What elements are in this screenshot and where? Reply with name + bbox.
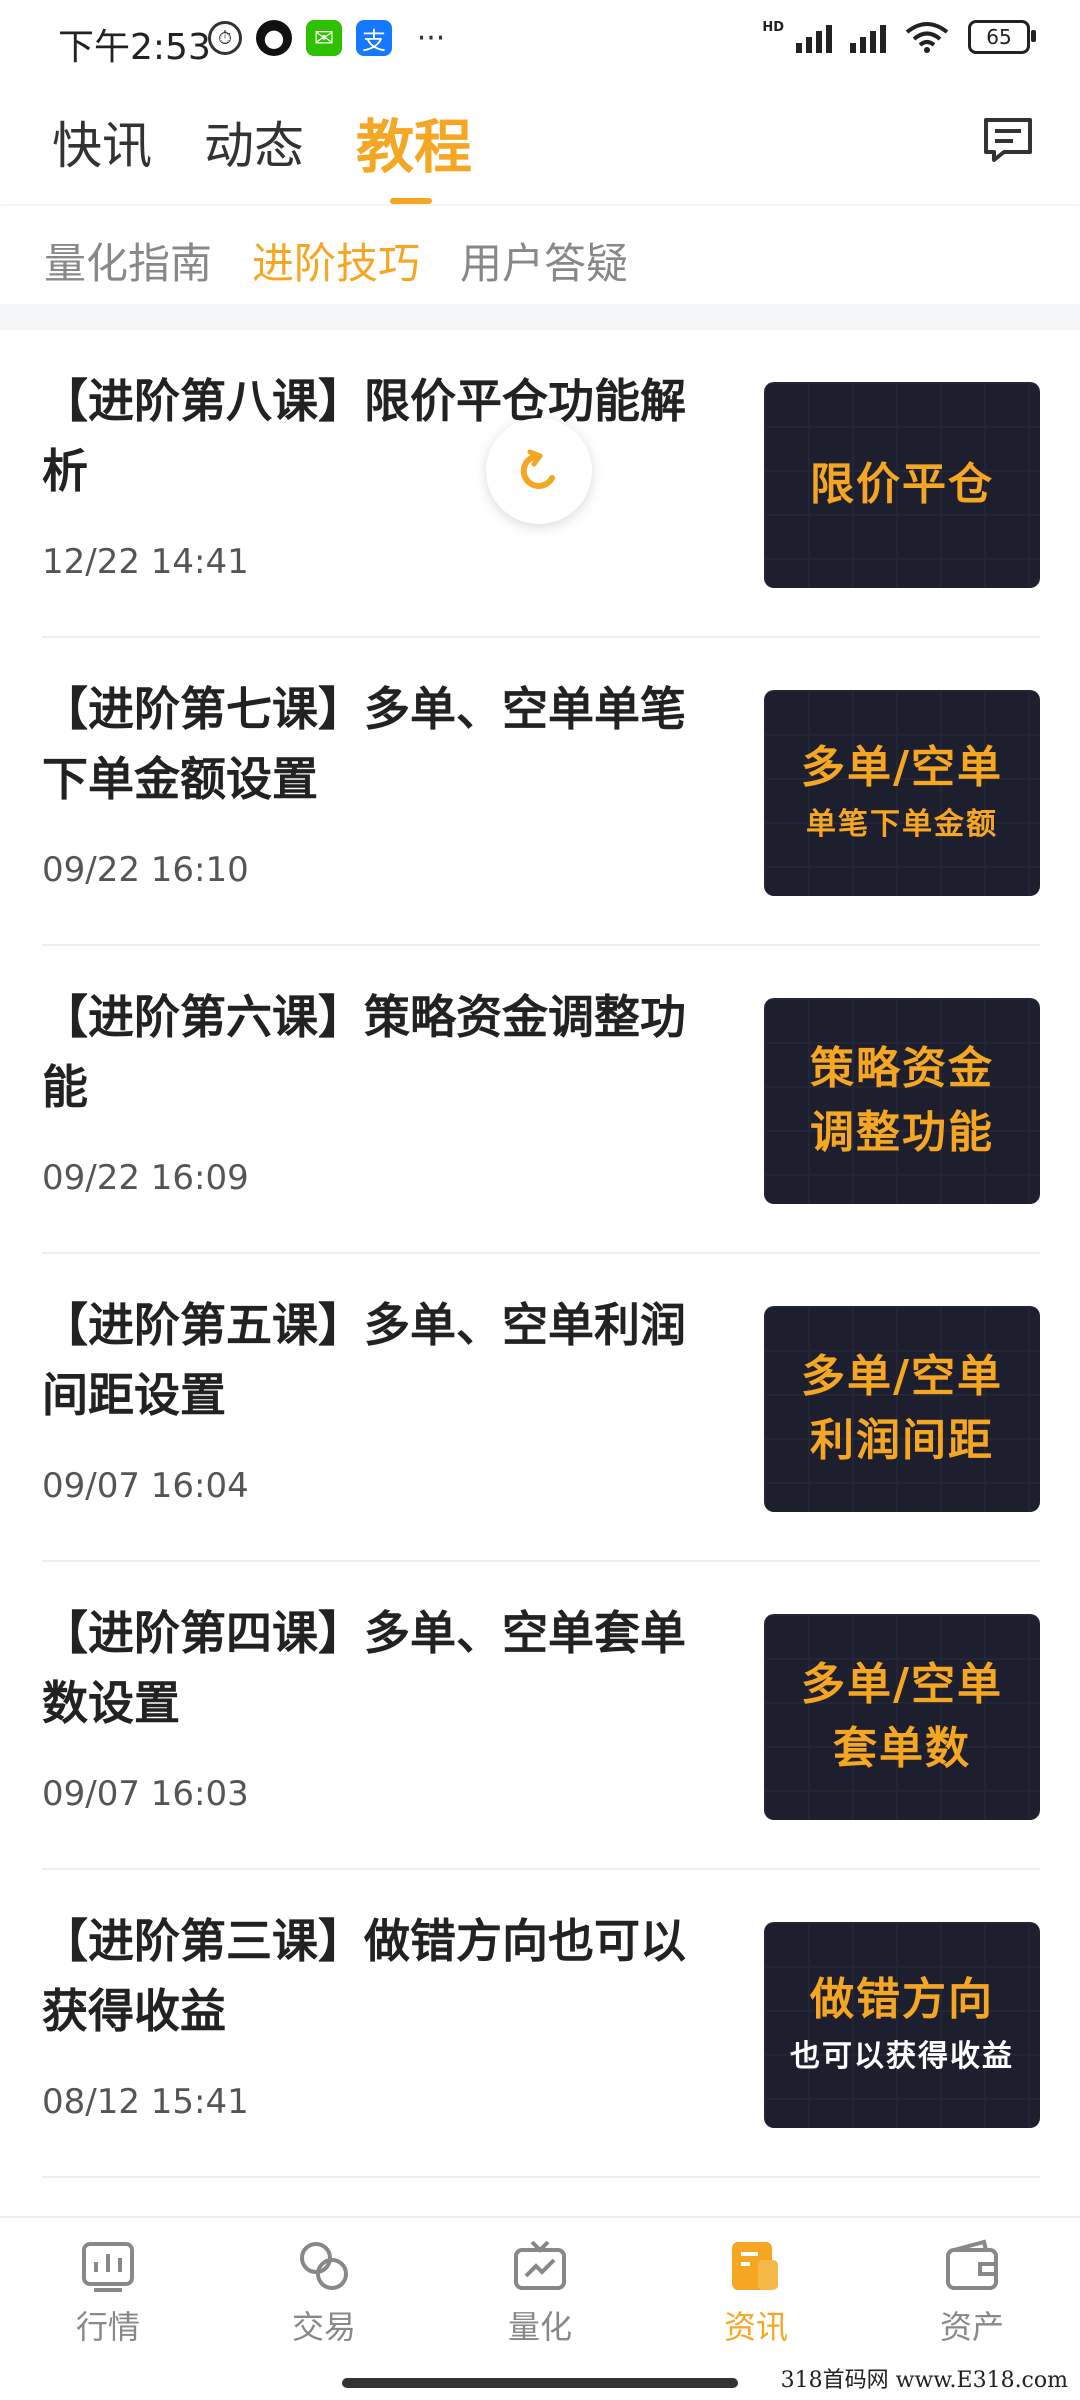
quant-tv-icon (514, 2240, 566, 2290)
nav-label: 交易 (291, 2308, 356, 2346)
thumbnail-text: 做错方向 (810, 1974, 994, 2025)
article-date: 09/07 16:03 (42, 1774, 249, 1814)
signal-icon (796, 21, 832, 53)
list-item[interactable]: 【进阶第四课】多单、空单套单数设置 09/07 16:03 多单/空单 套单数 (0, 1562, 1080, 1870)
signal-icon-2 (850, 21, 886, 53)
article-thumbnail: 多单/空单 单笔下单金额 (764, 690, 1040, 896)
trade-exchange-icon (300, 2242, 348, 2290)
nav-news[interactable]: 资讯 (696, 2238, 816, 2348)
bottom-nav: 行情 交易 量化 资讯 资产 (0, 2216, 1080, 2358)
news-icon (732, 2242, 778, 2290)
nav-trade[interactable]: 交易 (264, 2238, 384, 2348)
article-title: 【进阶第六课】策略资金调整功能 (42, 990, 686, 1114)
refresh-spinner (486, 418, 592, 524)
alarm-icon: ⏱ (208, 21, 242, 55)
nav-label: 行情 (75, 2308, 140, 2346)
article-thumbnail: 多单/空单 利润间距 (764, 1306, 1040, 1512)
home-indicator[interactable] (342, 2378, 738, 2388)
list-item[interactable]: 【进阶第三课】做错方向也可以获得收益 08/12 15:41 做错方向 也可以获… (0, 1870, 1080, 2178)
article-title: 【进阶第七课】多单、空单单笔下单金额设置 (42, 682, 686, 806)
section-divider (0, 304, 1080, 330)
nav-label: 量化 (507, 2308, 572, 2346)
subtab-user-faq[interactable]: 用户答疑 (460, 230, 628, 291)
article-thumbnail: 做错方向 也可以获得收益 (764, 1922, 1040, 2128)
nav-market[interactable]: 行情 (48, 2238, 168, 2348)
thumbnail-text: 限价平仓 (810, 459, 994, 510)
refresh-icon (520, 449, 555, 489)
thumbnail-subtext: 调整功能 (810, 1107, 994, 1158)
wifi-icon (905, 22, 949, 53)
tab-kuaixun[interactable]: 快讯 (52, 106, 152, 178)
article-title: 【进阶第四课】多单、空单套单数设置 (42, 1606, 686, 1730)
tab-jiaocheng[interactable]: 教程 (356, 100, 472, 184)
more-notifications-icon: ··· (416, 20, 446, 56)
article-thumbnail: 策略资金 调整功能 (764, 998, 1040, 1204)
alipay-icon: 支 (356, 20, 392, 56)
article-date: 08/12 15:41 (42, 2082, 249, 2122)
market-chart-icon (82, 2242, 134, 2292)
nav-assets[interactable]: 资产 (912, 2238, 1032, 2348)
article-date: 09/07 16:04 (42, 1466, 249, 1506)
nav-label: 资产 (939, 2308, 1004, 2346)
article-title: 【进阶第八课】限价平仓功能解析 (42, 374, 686, 498)
article-title: 【进阶第五课】多单、空单利润间距设置 (42, 1298, 686, 1422)
status-bar: 下午2:53 ⏱ ● ✉ 支 ··· HD 65 (0, 0, 1080, 80)
wechat-icon: ✉ (306, 20, 342, 56)
subtab-quant-guide[interactable]: 量化指南 (44, 230, 212, 291)
article-title: 【进阶第三课】做错方向也可以获得收益 (42, 1914, 686, 2038)
sub-tab-bar: 量化指南 进阶技巧 用户答疑 (0, 206, 1080, 304)
message-icon[interactable] (982, 116, 1034, 164)
thumbnail-text: 多单/空单 (800, 1659, 1004, 1710)
thumbnail-text: 多单/空单 (800, 1351, 1004, 1402)
wallet-icon (946, 2239, 998, 2290)
thumbnail-text: 多单/空单 (800, 742, 1004, 793)
article-date: 09/22 16:10 (42, 850, 249, 890)
list-item[interactable]: 【进阶第五课】多单、空单利润间距设置 09/07 16:04 多单/空单 利润间… (0, 1254, 1080, 1562)
list-item[interactable]: 【进阶第六课】策略资金调整功能 09/22 16:09 策略资金 调整功能 (0, 946, 1080, 1254)
article-thumbnail: 限价平仓 (764, 382, 1040, 588)
thumbnail-subtext: 利润间距 (810, 1415, 994, 1466)
article-thumbnail: 多单/空单 套单数 (764, 1614, 1040, 1820)
tab-dongtai[interactable]: 动态 (204, 106, 304, 178)
nav-label: 资讯 (723, 2308, 788, 2346)
top-tab-bar: 快讯 动态 教程 (0, 80, 1080, 204)
thumbnail-text: 策略资金 (810, 1043, 994, 1094)
article-date: 12/22 14:41 (42, 542, 249, 582)
battery-icon: 65 (968, 20, 1036, 54)
thumbnail-subtext: 也可以获得收益 (790, 2039, 1014, 2074)
article-date: 09/22 16:09 (42, 1158, 249, 1198)
divider (42, 2176, 1040, 2178)
watermark: 318首码网 www.E318.com (780, 2368, 1068, 2393)
list-item[interactable]: 【进阶第七课】多单、空单单笔下单金额设置 09/22 16:10 多单/空单 单… (0, 638, 1080, 946)
hd-icon: HD (762, 20, 784, 35)
status-time: 下午2:53 (58, 27, 211, 68)
thumbnail-subtext: 套单数 (833, 1723, 971, 1774)
thumbnail-subtext: 单笔下单金额 (806, 807, 998, 842)
qq-icon: ● (256, 20, 292, 56)
active-tab-indicator (390, 198, 432, 204)
nav-quant[interactable]: 量化 (480, 2238, 600, 2348)
subtab-advanced-tips[interactable]: 进阶技巧 (252, 230, 420, 291)
